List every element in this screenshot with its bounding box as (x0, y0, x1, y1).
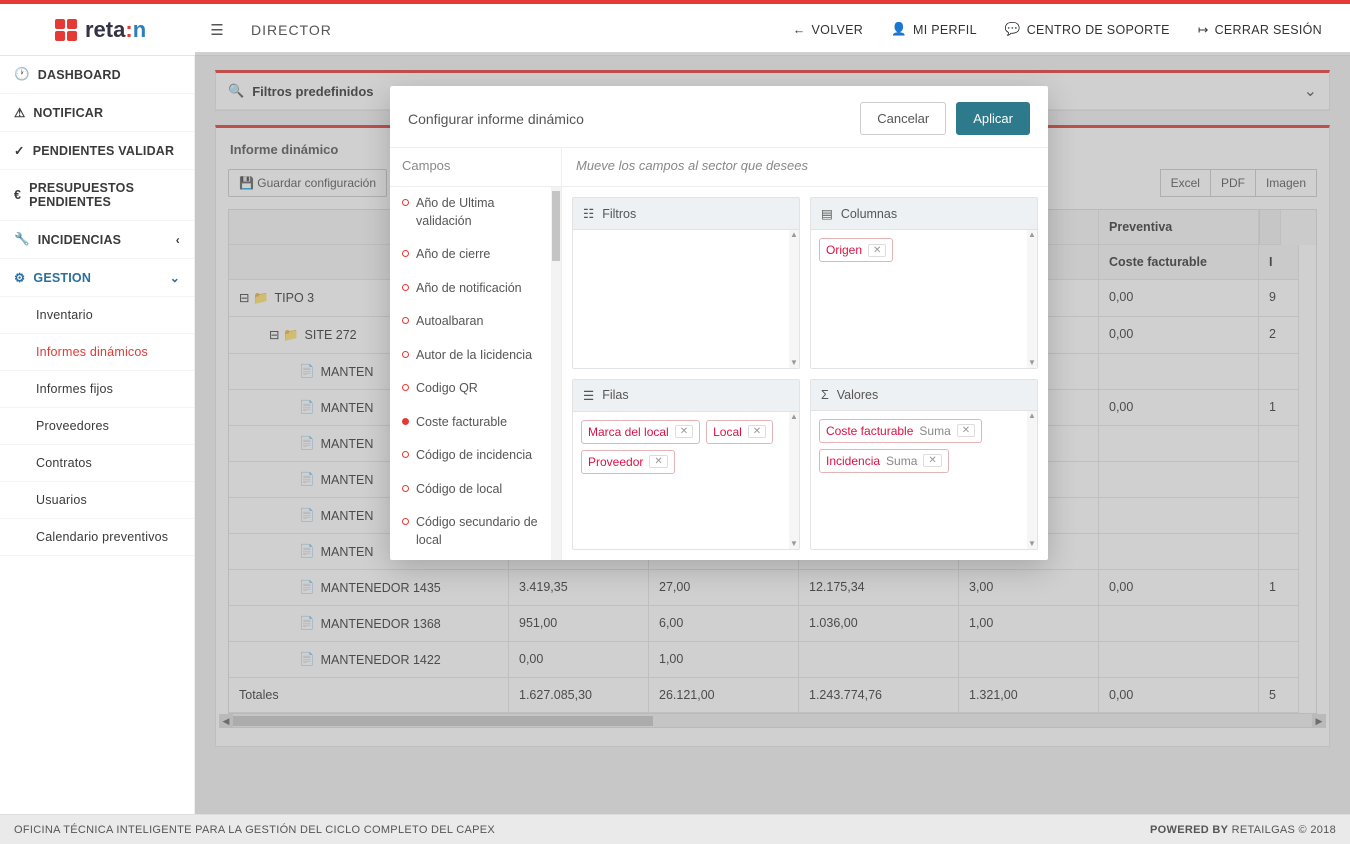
footer: OFICINA TÉCNICA INTELIGENTE PARA LA GEST… (0, 814, 1350, 844)
role-label: DIRECTOR (251, 22, 332, 38)
modal-title: Configurar informe dinámico (408, 111, 584, 127)
sidebar-informes-dinamicos[interactable]: Informes dinámicos (0, 334, 194, 371)
sigma-icon: Σ (821, 388, 829, 402)
sidebar-incidencias[interactable]: 🔧INCIDENCIAS‹ (0, 221, 194, 259)
gear-icon: ⚙ (14, 270, 25, 285)
dropzone-valores[interactable]: ΣValores Coste facturableSuma✕Incidencia… (810, 379, 1038, 551)
chat-icon: 💬 (1005, 22, 1021, 37)
dropzone-filtros[interactable]: ☷Filtros ▲▼ (572, 197, 800, 369)
logo-icon (55, 19, 77, 41)
check-icon: ✓ (14, 143, 25, 158)
brand-text: reta (85, 17, 125, 43)
dropzone-columnas[interactable]: ▤Columnas Origen✕▲▼ (810, 197, 1038, 369)
cancel-button[interactable]: Cancelar (860, 102, 946, 135)
fields-header: Campos (390, 148, 562, 187)
remove-tag-icon[interactable]: ✕ (868, 244, 886, 257)
sidebar-calendario[interactable]: Calendario preventivos (0, 519, 194, 556)
back-button[interactable]: ←VOLVER (793, 23, 863, 37)
fields-list[interactable]: Año de Ultima validaciónAño de cierreAño… (390, 187, 562, 560)
bullet-icon (402, 317, 409, 324)
sidebar-contratos[interactable]: Contratos (0, 445, 194, 482)
wrench-icon: 🔧 (14, 232, 30, 247)
field-item[interactable]: Código de local (390, 473, 561, 507)
bullet-icon (402, 518, 409, 525)
field-item[interactable]: Código secundario de local (390, 506, 561, 557)
columns-icon: ▤ (821, 206, 833, 221)
bullet-icon (402, 451, 409, 458)
sidebar-informes-fijos[interactable]: Informes fijos (0, 371, 194, 408)
remove-tag-icon[interactable]: ✕ (957, 424, 975, 437)
filter-icon: ☷ (583, 206, 594, 221)
instructions: Mueve los campos al sector que desees (562, 148, 1048, 187)
sidebar-dashboard[interactable]: 🕐DASHBOARD (0, 56, 194, 94)
chevron-down-icon: ⌄ (170, 271, 180, 285)
bullet-icon (402, 351, 409, 358)
logout-button[interactable]: ↦CERRAR SESIÓN (1198, 22, 1322, 37)
sidebar-inventario[interactable]: Inventario (0, 297, 194, 334)
field-tag[interactable]: Proveedor✕ (581, 450, 675, 474)
sidebar-usuarios[interactable]: Usuarios (0, 482, 194, 519)
footer-left: OFICINA TÉCNICA INTELIGENTE PARA LA GEST… (14, 824, 495, 836)
profile-button[interactable]: 👤MI PERFIL (891, 22, 977, 37)
field-tag[interactable]: Origen✕ (819, 238, 893, 262)
field-tag[interactable]: IncidenciaSuma✕ (819, 449, 949, 473)
support-button[interactable]: 💬CENTRO DE SOPORTE (1005, 22, 1170, 37)
field-item[interactable]: Coste facturable (390, 406, 561, 440)
remove-tag-icon[interactable]: ✕ (675, 425, 693, 438)
euro-icon: € (14, 188, 21, 202)
remove-tag-icon[interactable]: ✕ (748, 425, 766, 438)
field-item[interactable]: Año de notificación (390, 272, 561, 306)
field-item[interactable]: Autoalbaran (390, 305, 561, 339)
bullet-icon (402, 485, 409, 492)
fields-scrollbar[interactable] (551, 187, 561, 560)
dropzone-filas[interactable]: ☰Filas Marca del local✕Local✕Proveedor✕▲… (572, 379, 800, 551)
hamburger-button[interactable]: ☰ (195, 21, 239, 39)
chevron-left-icon: ‹ (176, 233, 180, 247)
sidebar-gestion[interactable]: ⚙GESTION⌄ (0, 259, 194, 297)
user-icon: 👤 (891, 22, 907, 37)
field-item[interactable]: Año de Ultima validación (390, 187, 561, 238)
bullet-icon (402, 199, 409, 206)
field-tag[interactable]: Coste facturableSuma✕ (819, 419, 982, 443)
bullet-icon (402, 250, 409, 257)
remove-tag-icon[interactable]: ✕ (649, 455, 667, 468)
bullet-icon (402, 384, 409, 391)
bullet-icon (402, 284, 409, 291)
warning-icon: ⚠ (14, 105, 25, 120)
apply-button[interactable]: Aplicar (956, 102, 1030, 135)
logo: reta:n (0, 17, 195, 43)
arrow-left-icon: ← (793, 23, 806, 37)
rows-icon: ☰ (583, 388, 594, 403)
sidebar-pendientes[interactable]: ✓PENDIENTES VALIDAR (0, 132, 194, 170)
field-tag[interactable]: Marca del local✕ (581, 420, 700, 444)
logout-icon: ↦ (1198, 22, 1209, 37)
field-tag[interactable]: Local✕ (706, 420, 773, 444)
sidebar-notificar[interactable]: ⚠NOTIFICAR (0, 94, 194, 132)
config-report-modal: Configurar informe dinámico Cancelar Apl… (390, 86, 1048, 560)
field-item[interactable]: Autor de la Iicidencia (390, 339, 561, 373)
field-item[interactable]: Año de cierre (390, 238, 561, 272)
sidebar-presupuestos[interactable]: €PRESUPUESTOS PENDIENTES (0, 170, 194, 221)
gauge-icon: 🕐 (14, 67, 30, 82)
sidebar-proveedores[interactable]: Proveedores (0, 408, 194, 445)
remove-tag-icon[interactable]: ✕ (923, 454, 941, 467)
sidebar: 🕐DASHBOARD ⚠NOTIFICAR ✓PENDIENTES VALIDA… (0, 56, 195, 814)
field-item[interactable]: Codigo QR (390, 372, 561, 406)
field-item[interactable]: Código de incidencia (390, 439, 561, 473)
bullet-icon (402, 418, 409, 425)
